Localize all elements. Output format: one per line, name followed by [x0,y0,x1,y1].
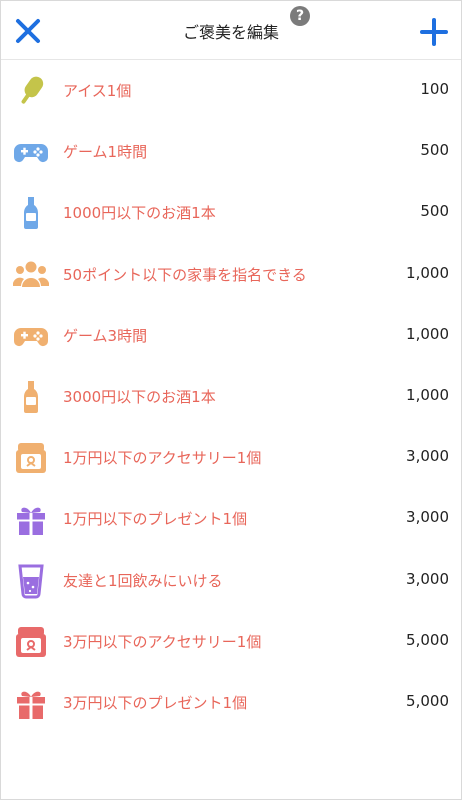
bottle-icon [13,195,49,231]
reward-label: ゲーム3時間 [63,326,148,345]
reward-row[interactable]: 1万円以下のアクセサリー1個 3,000 [1,427,461,488]
reward-points: 1,000 [406,385,449,404]
reward-row[interactable]: 3000円以下のお酒1本 1,000 [1,366,461,427]
reward-points: 3,000 [406,447,449,466]
reward-points: 1,000 [406,324,449,343]
add-icon[interactable] [419,17,449,47]
reward-label: 1万円以下のプレゼント1個 [63,510,248,529]
reward-points: 5,000 [406,630,449,649]
page-title: ご褒美を編集 [182,23,279,42]
reward-points: 100 [420,80,449,98]
reward-points: 500 [420,202,449,221]
app-frame: ご褒美を編集 ? アイス1個 100 ゲーム1時間 500 1000円以下のお酒1本 50… [0,0,462,800]
reward-row[interactable]: ゲーム3時間 1,000 [1,305,461,366]
gift-icon [13,685,49,721]
reward-label: 3万円以下のプレゼント1個 [63,693,248,712]
reward-points: 500 [420,141,449,160]
reward-row[interactable]: 1000円以下のお酒1本 500 [1,182,461,243]
ice-pop-icon [13,73,49,109]
reward-points: 1,000 [406,263,449,282]
jewelry-box-icon [13,440,49,476]
reward-row[interactable]: アイス1個 100 [1,60,461,121]
reward-label: ゲーム1時間 [63,143,148,162]
reward-label: 1000円以下のお酒1本 [63,204,216,223]
reward-row[interactable]: 3万円以下のアクセサリー1個 5,000 [1,611,461,672]
reward-label: 3万円以下のアクセサリー1個 [63,632,262,651]
bottle-icon [13,379,49,415]
reward-label: 1万円以下のアクセサリー1個 [63,449,262,468]
reward-row[interactable]: 友達と1回飲みにいける 3,000 [1,550,461,611]
reward-label: 3000円以下のお酒1本 [63,387,216,406]
reward-label: アイス1個 [63,82,132,100]
jewelry-box-icon [13,624,49,660]
reward-label: 友達と1回飲みにいける [63,571,223,590]
reward-points: 5,000 [406,691,449,710]
gamepad-icon [13,134,49,170]
gift-icon [13,501,49,537]
reward-list: アイス1個 100 ゲーム1時間 500 1000円以下のお酒1本 500 50ポイント以下… [1,60,461,733]
reward-points: 3,000 [406,569,449,588]
people-icon [13,257,49,293]
reward-label: 50ポイント以下の家事を指名できる [63,265,307,284]
reward-row[interactable]: 1万円以下のプレゼント1個 3,000 [1,488,461,549]
header-bar: ご褒美を編集 ? [1,1,461,60]
reward-points: 3,000 [406,508,449,527]
help-icon[interactable]: ? [290,6,310,26]
reward-row[interactable]: ゲーム1時間 500 [1,121,461,182]
gamepad-icon [13,318,49,354]
reward-row[interactable]: 50ポイント以下の家事を指名できる 1,000 [1,244,461,305]
reward-row[interactable]: 3万円以下のプレゼント1個 5,000 [1,672,461,733]
drink-glass-icon [13,563,49,599]
